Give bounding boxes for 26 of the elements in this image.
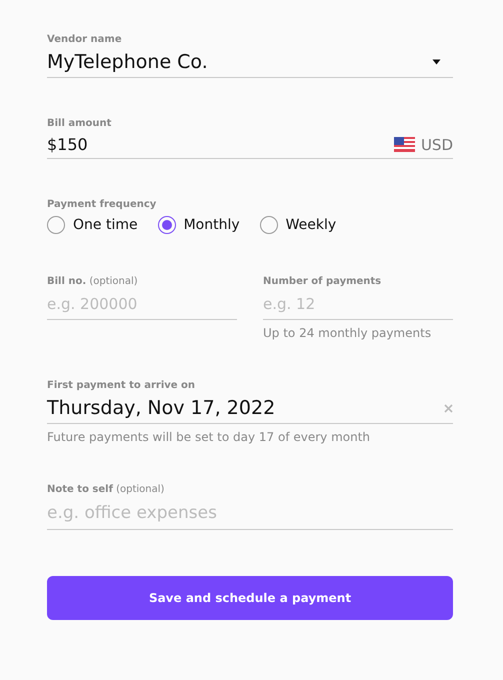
radio-button[interactable]: [47, 216, 65, 234]
radio-label: One time: [73, 217, 138, 233]
field-label: Bill amount: [47, 118, 112, 129]
field-label: Note to self (optional): [47, 484, 164, 495]
helper-text: Future payments will be set to day 17 of every month: [47, 430, 370, 444]
payments-count-field[interactable]: e.g. 12: [263, 293, 453, 320]
caret-icon: [432, 59, 441, 65]
field-label: Vendor name: [47, 34, 122, 45]
field-label: First payment to arrive on: [47, 380, 196, 391]
field-label: Number of payments: [263, 276, 382, 287]
radio-label: Weekly: [286, 217, 336, 233]
radio-button[interactable]: [158, 216, 176, 234]
radio-label: Monthly: [184, 217, 240, 233]
date-field[interactable]: Thursday, Nov 17, 2022: [47, 397, 453, 424]
field-label: Bill no. (optional): [47, 276, 138, 287]
helper-text: Up to 24 monthly payments: [263, 326, 432, 340]
flag-icon: [394, 137, 415, 152]
amount-field[interactable]: $150 USD: [47, 135, 453, 159]
clear-icon[interactable]: [444, 404, 453, 412]
vendor-select[interactable]: MyTelephone Co.: [47, 51, 453, 78]
field-label: Payment frequency: [47, 199, 156, 210]
radio-button[interactable]: [260, 216, 278, 234]
currency-label: USD: [420, 136, 453, 154]
note-field[interactable]: e.g. office expenses: [47, 501, 453, 530]
bill-number-field[interactable]: e.g. 200000: [47, 293, 237, 320]
save-button[interactable]: Save and schedule a payment: [47, 576, 453, 620]
